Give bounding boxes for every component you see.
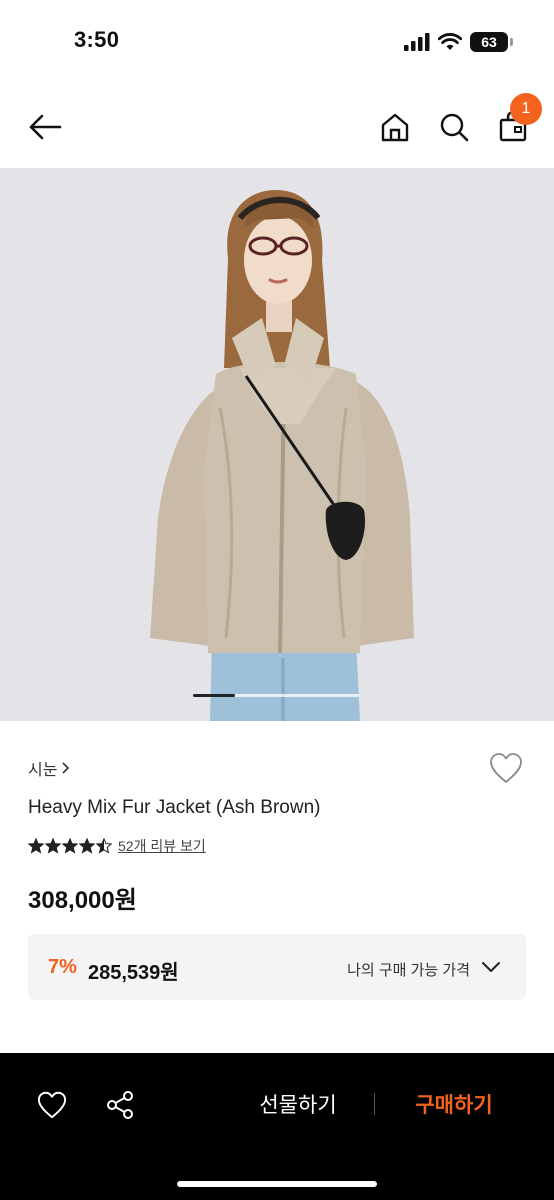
- signal-icon: [404, 33, 430, 51]
- product-photo-illustration: [0, 168, 554, 721]
- chevron-down-icon: [482, 962, 500, 972]
- star-full-icon: [45, 838, 61, 854]
- wishlist-button[interactable]: [486, 748, 526, 788]
- battery-level: 63: [481, 34, 497, 50]
- slide-indicator-active: [193, 694, 235, 697]
- image-slide-indicator: [193, 694, 359, 697]
- share-icon: [107, 1091, 133, 1119]
- my-price-dropdown[interactable]: 7% 285,539원 나의 구매 가능 가격: [28, 934, 526, 1000]
- reviews-link[interactable]: 52개 리뷰 보기: [118, 836, 206, 856]
- discount-rate: 7%: [48, 956, 77, 978]
- brand-name: 시눈: [28, 762, 58, 779]
- star-full-icon: [79, 838, 95, 854]
- star-rating: [28, 838, 112, 854]
- cart-count-badge: 1: [510, 93, 542, 125]
- wifi-icon: [438, 33, 462, 50]
- product-name: Heavy Mix Fur Jacket (Ash Brown): [28, 797, 321, 818]
- top-navigation: [0, 88, 554, 166]
- chevron-right-icon: [62, 762, 70, 774]
- product-image[interactable]: [0, 168, 554, 721]
- action-divider: [374, 1093, 375, 1115]
- back-button[interactable]: [24, 106, 66, 148]
- battery-icon: 63: [470, 32, 513, 52]
- home-button[interactable]: [374, 106, 416, 148]
- gift-button[interactable]: 선물하기: [238, 1089, 358, 1119]
- home-icon: [381, 113, 409, 142]
- buy-button[interactable]: 구매하기: [396, 1089, 512, 1119]
- heart-outline-icon: [490, 753, 522, 783]
- star-full-icon: [28, 838, 44, 854]
- discount-price: 285,539원: [88, 962, 179, 984]
- share-button[interactable]: [100, 1085, 140, 1125]
- product-price: 308,000원: [28, 887, 137, 914]
- star-half-icon: [96, 838, 112, 854]
- arrow-left-icon: [29, 114, 62, 140]
- like-button[interactable]: [32, 1085, 72, 1125]
- rating-row: 52개 리뷰 보기: [28, 836, 206, 856]
- brand-link[interactable]: 시눈: [28, 756, 70, 780]
- bottom-action-bar: 선물하기 구매하기: [0, 1053, 554, 1200]
- status-time: 3:50: [74, 27, 120, 52]
- star-full-icon: [62, 838, 78, 854]
- search-button[interactable]: [433, 106, 475, 148]
- status-bar: 3:50 63: [0, 0, 554, 84]
- heart-outline-icon: [37, 1091, 67, 1119]
- status-icons: 63: [404, 30, 513, 54]
- my-price-label: 나의 구매 가능 가격: [347, 962, 470, 979]
- search-icon: [440, 113, 469, 142]
- home-indicator: [177, 1181, 377, 1187]
